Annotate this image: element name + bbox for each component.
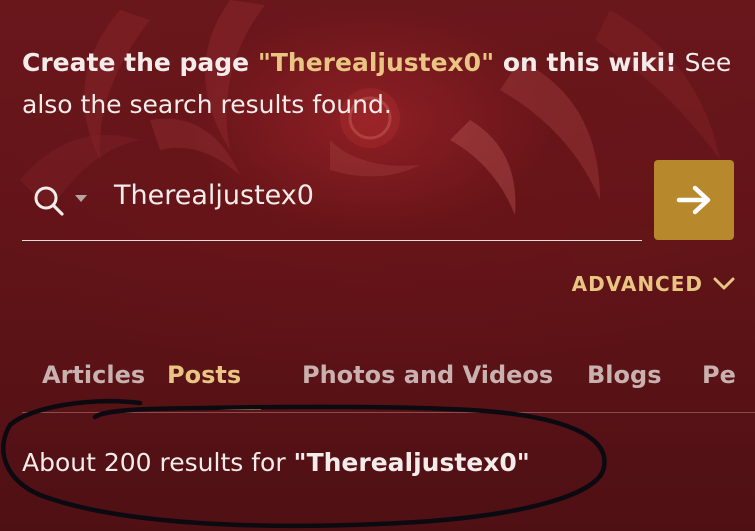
search-input[interactable]: Therealjustex0 [114, 180, 314, 211]
create-notice-prefix: Create the page [22, 48, 258, 77]
create-page-notice: Create the page "Therealjustex0" on this… [22, 42, 742, 126]
create-notice-middle: on this wiki! [494, 48, 677, 77]
advanced-search-toggle[interactable]: ADVANCED [572, 272, 735, 296]
search-icon[interactable] [32, 184, 66, 218]
search-submit-button[interactable] [654, 160, 734, 240]
arrow-right-icon [676, 185, 711, 215]
chevron-down-icon [713, 277, 735, 290]
advanced-label: ADVANCED [571, 272, 703, 296]
hand-drawn-circle-annotation [1, 399, 607, 529]
search-scope-chevron-icon[interactable] [74, 194, 88, 204]
create-page-link[interactable]: "Therealjustex0" [258, 48, 494, 77]
search-bar[interactable]: Therealjustex0 [22, 160, 642, 241]
